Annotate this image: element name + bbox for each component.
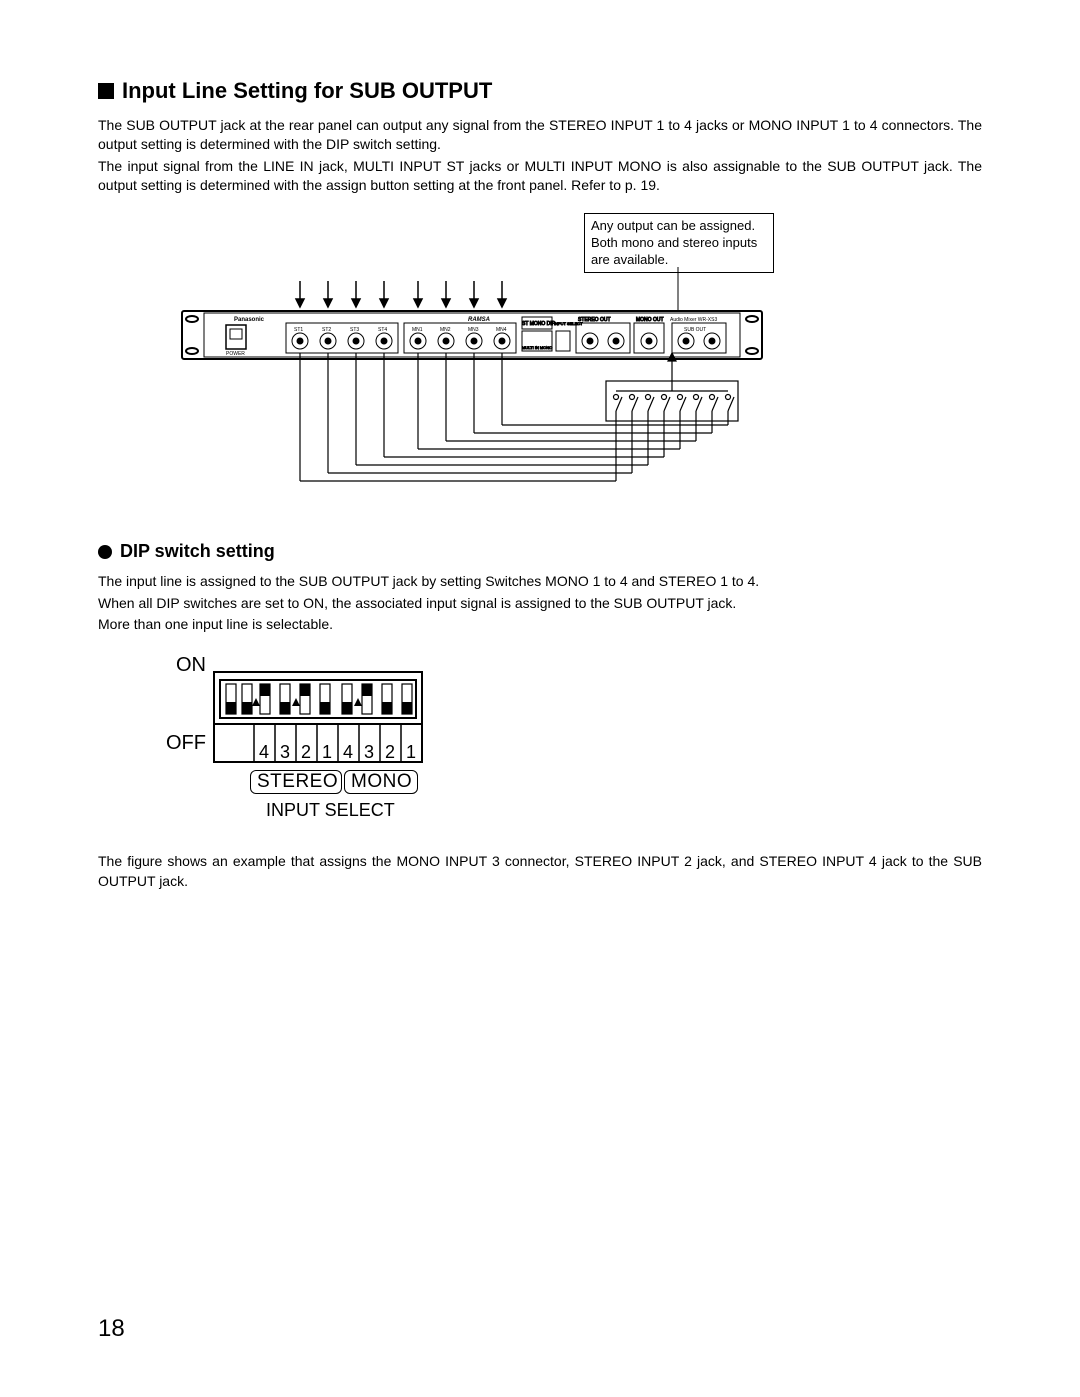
square-bullet-icon (98, 83, 114, 99)
dip-stereo-num-4: 4 (259, 742, 269, 763)
svg-text:MN3: MN3 (468, 327, 479, 333)
dip-paragraph-1: The input line is assigned to the SUB OU… (98, 572, 982, 591)
page-number: 18 (98, 1315, 125, 1343)
svg-text:ST2: ST2 (322, 327, 331, 333)
svg-text:ST3: ST3 (350, 327, 359, 333)
intro-paragraph-1: The SUB OUTPUT jack at the rear panel ca… (98, 116, 982, 155)
intro-paragraph-2: The input signal from the LINE IN jack, … (98, 157, 982, 196)
svg-text:ST MONO DIP: ST MONO DIP (522, 321, 556, 327)
dip-mono-num-1: 1 (406, 742, 416, 763)
svg-text:Audio Mixer WR-XS3: Audio Mixer WR-XS3 (670, 317, 717, 323)
dip-mono-label: MONO (344, 770, 418, 794)
dip-mono-num-3: 3 (364, 742, 374, 763)
dip-stereo-num-2: 2 (301, 742, 311, 763)
dip-stereo-label: STEREO (250, 770, 342, 794)
svg-text:MN4: MN4 (496, 327, 507, 333)
dip-switch-heading: DIP switch setting (98, 541, 982, 562)
dip-input-select-label: INPUT SELECT (266, 800, 395, 821)
svg-text:ST1: ST1 (294, 327, 303, 333)
series-label: RAMSA (468, 317, 490, 323)
svg-text:SUB OUT: SUB OUT (684, 327, 706, 333)
dip-stereo-num-3: 3 (280, 742, 290, 763)
power-label: POWER (226, 351, 245, 357)
brand-label: Panasonic (234, 317, 265, 323)
rack-diagram-svg: Panasonic RAMSA POWER (178, 231, 918, 501)
section-title-text: Input Line Setting for SUB OUTPUT (122, 78, 492, 104)
dip-stereo-num-1: 1 (322, 742, 332, 763)
dip-example-paragraph: The figure shows an example that assigns… (98, 852, 982, 891)
rack-rear-panel-figure: Any output can be assigned. Both mono an… (178, 231, 918, 501)
dip-mono-num-4: 4 (343, 742, 353, 763)
svg-text:MONO OUT: MONO OUT (636, 317, 664, 323)
dip-paragraph-3: More than one input line is selectable. (98, 615, 982, 634)
svg-text:STEREO OUT: STEREO OUT (578, 317, 611, 323)
circle-bullet-icon (98, 545, 112, 559)
dip-switch-figure: ON OFF (136, 652, 456, 832)
svg-text:MN1: MN1 (412, 327, 423, 333)
svg-text:MN2: MN2 (440, 327, 451, 333)
dip-paragraph-2: When all DIP switches are set to ON, the… (98, 594, 982, 613)
svg-text:MULTI IN MONO: MULTI IN MONO (522, 345, 552, 350)
dip-mono-num-2: 2 (385, 742, 395, 763)
svg-text:ST4: ST4 (378, 327, 387, 333)
dip-switch-heading-text: DIP switch setting (120, 541, 275, 562)
section-title: Input Line Setting for SUB OUTPUT (98, 78, 982, 104)
